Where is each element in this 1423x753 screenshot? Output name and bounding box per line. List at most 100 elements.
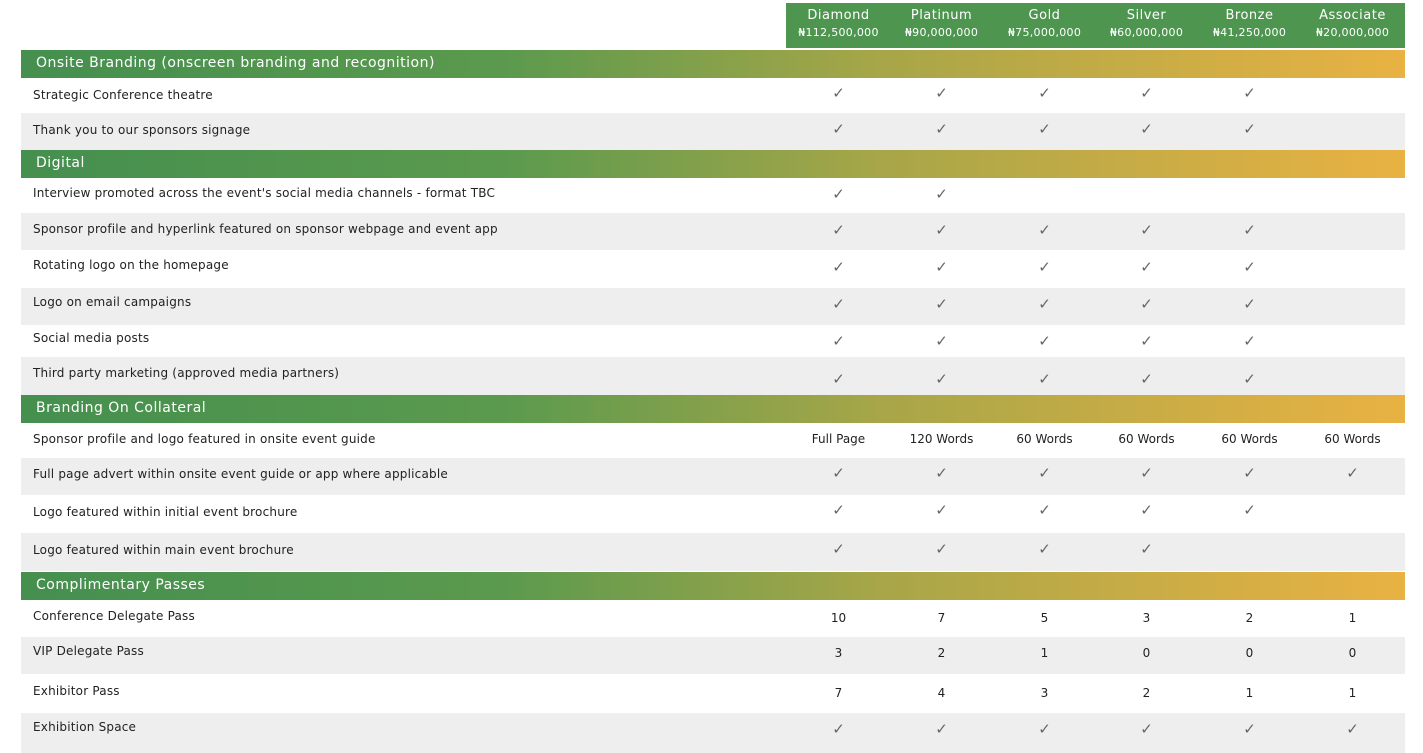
check-icon: ✓ (1243, 295, 1256, 313)
check-icon: ✓ (1038, 540, 1051, 558)
cell-value: Full Page (811, 432, 866, 446)
cell-value: 7 (834, 686, 843, 700)
table-row: Exhibitor Pass 7 4 3 2 1 1 (21, 674, 1405, 713)
check-icon: ✓ (1140, 332, 1153, 350)
check-icon: ✓ (1346, 464, 1359, 482)
table-row: Conference Delegate Pass 10 7 5 3 2 1 (21, 600, 1405, 637)
table-row: Strategic Conference theatre ✓ ✓ ✓ ✓ ✓ (21, 79, 1405, 113)
tier-header-associate: Associate ₦20,000,000 (1301, 3, 1404, 48)
check-icon: ✓ (935, 464, 948, 482)
tier-price: ₦41,250,000 (1212, 26, 1287, 39)
check-icon: ✓ (1140, 258, 1153, 276)
tier-name: Bronze (1225, 8, 1274, 23)
cell-value: 60 Words (1221, 432, 1278, 446)
row-label: Social media posts (33, 331, 150, 345)
check-icon: ✓ (1243, 464, 1256, 482)
check-icon: ✓ (832, 370, 845, 388)
table-row: VIP Delegate Pass 3 2 1 0 0 0 (21, 637, 1405, 674)
check-icon: ✓ (1038, 501, 1051, 519)
check-icon: ✓ (1038, 295, 1051, 313)
cell-value: 7 (937, 611, 946, 625)
cell-value: 3 (1040, 686, 1049, 700)
cell-value: 60 Words (1118, 432, 1175, 446)
check-icon: ✓ (1243, 332, 1256, 350)
check-icon: ✓ (832, 84, 845, 102)
row-label: Exhibition Space (33, 720, 137, 734)
row-label: Full page advert within onsite event gui… (33, 467, 448, 481)
table-row: Logo featured within main event brochure… (21, 533, 1405, 571)
section-header: Complimentary Passes (21, 572, 1405, 600)
check-icon: ✓ (832, 464, 845, 482)
check-icon: ✓ (1243, 221, 1256, 239)
table-row: Full page advert within onsite event gui… (21, 458, 1405, 495)
cell-value: 1 (1348, 686, 1357, 700)
cell-value: 0 (1142, 646, 1151, 660)
check-icon: ✓ (1140, 464, 1153, 482)
tier-header-silver: Silver ₦60,000,000 (1095, 3, 1198, 48)
check-icon: ✓ (1243, 720, 1256, 738)
cell-value: 60 Words (1016, 432, 1073, 446)
check-icon: ✓ (1038, 720, 1051, 738)
row-label: Interview promoted across the event's so… (33, 186, 496, 200)
row-label: Sponsor profile and hyperlink featured o… (33, 222, 498, 236)
check-icon: ✓ (1140, 720, 1153, 738)
check-icon: ✓ (1038, 120, 1051, 138)
row-label: Third party marketing (approved media pa… (33, 366, 340, 380)
row-label: Exhibitor Pass (33, 684, 120, 698)
check-icon: ✓ (935, 185, 948, 203)
check-icon: ✓ (1038, 370, 1051, 388)
check-icon: ✓ (935, 370, 948, 388)
cell-value: 120 Words (909, 432, 974, 446)
check-icon: ✓ (1243, 258, 1256, 276)
check-icon: ✓ (935, 540, 948, 558)
check-icon: ✓ (1038, 258, 1051, 276)
tier-name: Gold (1028, 8, 1061, 23)
row-label: Conference Delegate Pass (33, 609, 195, 623)
section-header: Digital (21, 150, 1405, 178)
cell-value: 3 (834, 646, 843, 660)
row-label: Logo featured within main event brochure (33, 543, 294, 557)
check-icon: ✓ (832, 720, 845, 738)
cell-value: 2 (1142, 686, 1151, 700)
tier-price: ₦112,500,000 (798, 26, 879, 39)
tier-price: ₦90,000,000 (904, 26, 979, 39)
check-icon: ✓ (1140, 84, 1153, 102)
cell-value: 0 (1245, 646, 1254, 660)
tier-header-diamond: Diamond ₦112,500,000 (787, 3, 890, 48)
check-icon: ✓ (1140, 540, 1153, 558)
cell-value: 2 (1245, 611, 1254, 625)
tier-header-bronze: Bronze ₦41,250,000 (1198, 3, 1301, 48)
cell-value: 1 (1348, 611, 1357, 625)
check-icon: ✓ (935, 258, 948, 276)
table-row: Rotating logo on the homepage ✓ ✓ ✓ ✓ ✓ (21, 250, 1405, 288)
tier-name: Diamond (807, 8, 870, 23)
cell-value: 4 (937, 686, 946, 700)
table-row: Thank you to our sponsors signage ✓ ✓ ✓ ✓ ✓ (21, 113, 1405, 150)
section-header: Branding On Collateral (21, 395, 1405, 423)
check-icon: ✓ (1243, 501, 1256, 519)
tier-header-platinum: Platinum ₦90,000,000 (890, 3, 993, 48)
check-icon: ✓ (1038, 221, 1051, 239)
row-label: Thank you to our sponsors signage (33, 123, 251, 137)
check-icon: ✓ (935, 84, 948, 102)
section-title: Complimentary Passes (36, 577, 206, 593)
cell-value: 2 (937, 646, 946, 660)
row-label: Logo featured within initial event broch… (33, 505, 298, 519)
tier-price: ₦60,000,000 (1109, 26, 1184, 39)
check-icon: ✓ (1140, 501, 1153, 519)
cell-value: 10 (830, 611, 847, 625)
table-row: Third party marketing (approved media pa… (21, 357, 1405, 395)
check-icon: ✓ (935, 221, 948, 239)
check-icon: ✓ (935, 120, 948, 138)
tier-price: ₦75,000,000 (1007, 26, 1082, 39)
check-icon: ✓ (1140, 120, 1153, 138)
row-label: Rotating logo on the homepage (33, 258, 229, 272)
cell-value: 1 (1040, 646, 1049, 660)
tier-price: ₦20,000,000 (1315, 26, 1390, 39)
tier-name: Silver (1126, 8, 1167, 23)
cell-value: 3 (1142, 611, 1151, 625)
check-icon: ✓ (832, 501, 845, 519)
check-icon: ✓ (832, 221, 845, 239)
check-icon: ✓ (1243, 370, 1256, 388)
check-icon: ✓ (832, 295, 845, 313)
